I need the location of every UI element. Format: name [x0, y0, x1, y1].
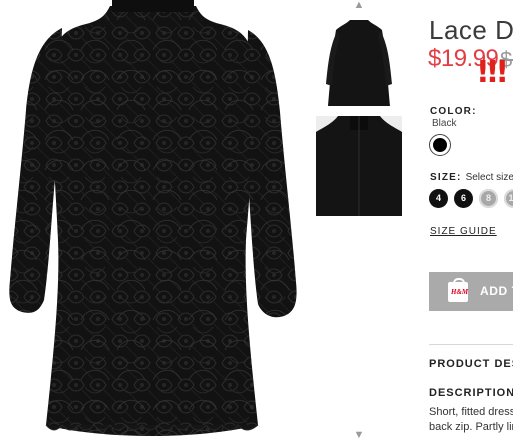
add-to-bag-button[interactable]: H&M ADD TO BAG — [429, 272, 513, 311]
main-product-image[interactable] — [0, 0, 306, 445]
divider — [429, 344, 513, 345]
product-title: Lace Dress — [429, 15, 513, 45]
size-hint: Select size — [465, 172, 513, 183]
dress-thumbnail-image — [326, 20, 392, 106]
size-label: SIZE: Select size — [430, 172, 513, 183]
description-heading: DESCRIPTION — [429, 387, 513, 399]
size-option-4[interactable]: 4 — [429, 189, 448, 208]
hm-logo: H&M — [451, 288, 469, 296]
size-guide-link[interactable]: SIZE GUIDE — [430, 226, 497, 237]
color-label: COLOR: — [430, 106, 477, 117]
size-options: 468 10 — [429, 189, 513, 208]
size-option-8[interactable]: 8 — [479, 189, 498, 208]
add-to-bag-label: ADD TO BAG — [480, 284, 513, 298]
thumbnail-column: ▲ ▼ — [314, 0, 404, 445]
chevron-up-icon[interactable]: ▲ — [352, 0, 366, 11]
size-label-text: SIZE: — [430, 172, 462, 183]
shopping-bag-icon: H&M — [448, 278, 469, 302]
dress-back-thumbnail-image — [316, 116, 402, 216]
description-text-line-1: Short, fitted dress in lace — [429, 406, 513, 418]
thumbnail-back[interactable] — [316, 116, 402, 216]
size-option-6[interactable]: 6 — [454, 189, 473, 208]
thumbnail-front[interactable] — [316, 14, 402, 112]
exclamation-annotation: !!! — [476, 55, 509, 90]
size-option-10[interactable]: 10 — [504, 189, 513, 208]
dress-photo — [9, 0, 297, 436]
color-value: Black — [432, 118, 457, 129]
color-swatch-black[interactable] — [429, 134, 451, 156]
product-description-heading[interactable]: PRODUCT DESCRIPTION — [429, 358, 513, 370]
product-info-panel: Lace Dress $19.99 $34.99 !!! COLOR: Blac… — [414, 0, 513, 445]
description-text-line-2: back zip. Partly lined. — [429, 421, 513, 433]
chevron-down-icon[interactable]: ▼ — [352, 430, 366, 441]
